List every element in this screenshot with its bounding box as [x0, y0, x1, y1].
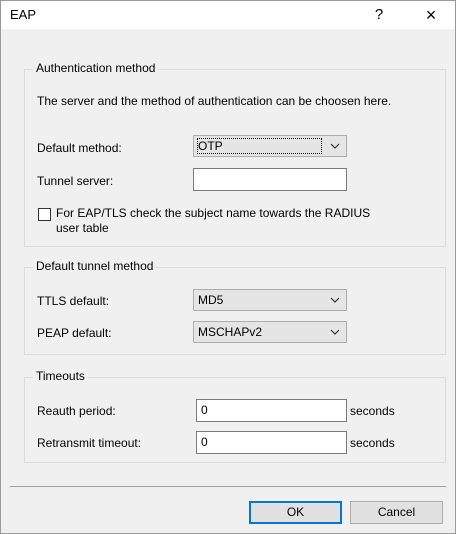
ttls-default-label: TTLS default: — [37, 294, 110, 308]
tunnel-server-label: Tunnel server: — [37, 174, 114, 188]
chevron-down-icon — [330, 329, 340, 335]
retransmit-timeout-value: 0 — [201, 435, 208, 449]
timeouts-legend: Timeouts — [33, 369, 88, 383]
retransmit-unit: seconds — [350, 436, 395, 450]
eap-dialog: EAP ? × Authentication method The server… — [0, 0, 456, 534]
retransmit-timeout-label: Retransmit timeout: — [37, 436, 142, 450]
check-subject-checkbox[interactable] — [38, 208, 51, 221]
help-button[interactable]: ? — [359, 1, 399, 29]
check-subject-label[interactable]: For EAP/TLS check the subject name towar… — [56, 206, 370, 236]
authentication-method-legend: Authentication method — [33, 61, 159, 75]
cancel-button[interactable]: Cancel — [350, 501, 443, 524]
reauth-period-label: Reauth period: — [37, 404, 116, 418]
title-bar: EAP ? × — [1, 1, 455, 29]
help-icon: ? — [374, 6, 384, 23]
reauth-period-value: 0 — [201, 403, 208, 417]
peap-default-select[interactable]: MSCHAPv2 — [193, 321, 347, 343]
close-icon: × — [425, 5, 437, 25]
close-button[interactable]: × — [409, 1, 453, 29]
chevron-down-icon — [330, 297, 340, 303]
separator — [10, 486, 446, 487]
default-tunnel-method-legend: Default tunnel method — [33, 259, 157, 273]
reauth-period-input[interactable]: 0 — [196, 399, 347, 422]
ttls-default-value: MD5 — [198, 293, 224, 307]
peap-default-value: MSCHAPv2 — [198, 325, 263, 339]
reauth-unit: seconds — [350, 404, 395, 418]
peap-default-label: PEAP default: — [37, 326, 112, 340]
default-method-select[interactable]: OTP — [193, 135, 347, 157]
default-method-label: Default method: — [37, 141, 122, 155]
default-method-value: OTP — [198, 139, 223, 153]
auth-description: The server and the method of authenticat… — [37, 94, 392, 108]
chevron-down-icon — [330, 143, 340, 149]
retransmit-timeout-input[interactable]: 0 — [196, 431, 347, 454]
tunnel-server-input[interactable] — [193, 168, 347, 191]
ttls-default-select[interactable]: MD5 — [193, 289, 347, 311]
ok-button[interactable]: OK — [249, 501, 342, 524]
window-title: EAP — [10, 7, 37, 22]
